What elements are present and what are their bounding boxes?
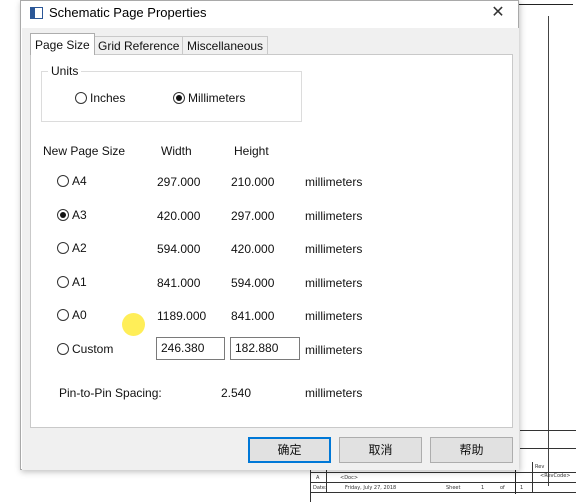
- size-width-value: 297.000: [157, 175, 201, 189]
- pin-spacing-label: Pin-to-Pin Spacing:: [59, 386, 162, 400]
- title-block-rev-label: Rev: [535, 464, 545, 470]
- cancel-button[interactable]: 取消: [339, 437, 422, 463]
- size-label: A2: [72, 241, 87, 255]
- size-height-value: 594.000: [231, 276, 275, 290]
- size-unit: millimeters: [305, 175, 363, 189]
- size-label: Custom: [72, 342, 114, 356]
- radio-button[interactable]: [173, 92, 185, 104]
- schematic-page-properties-dialog: Schematic Page Properties ✕ Page Size Gr…: [20, 0, 519, 470]
- radio-button[interactable]: [57, 309, 69, 321]
- header-width: Width: [161, 144, 192, 158]
- size-unit: millimeters: [305, 242, 363, 256]
- units-group: Units Inches Millimeters: [41, 64, 302, 122]
- title-bar[interactable]: Schematic Page Properties ✕: [21, 1, 518, 28]
- units-legend: Units: [48, 64, 82, 78]
- title-block-line: [520, 430, 576, 431]
- size-unit: millimeters: [305, 343, 363, 357]
- title-block-line: [310, 492, 576, 493]
- radio-millimeters-label: Millimeters: [188, 91, 246, 105]
- radio-button[interactable]: [57, 276, 69, 288]
- app-window-icon: [30, 7, 43, 19]
- title-block-date: Friday, July 27, 2018: [345, 485, 397, 491]
- size-label: A3: [72, 208, 87, 222]
- custom-height-input[interactable]: 182.880: [230, 337, 300, 360]
- dialog-client-area: Page Size Grid Reference Miscellaneous U…: [22, 28, 519, 470]
- size-width-value: 1189.000: [157, 309, 207, 323]
- radio-millimeters[interactable]: Millimeters: [173, 91, 245, 105]
- radio-size-a2[interactable]: A2: [57, 241, 87, 255]
- custom-width-input[interactable]: 246.380: [156, 337, 225, 360]
- tab-grid-reference[interactable]: Grid Reference: [93, 36, 185, 55]
- size-width-value: 594.000: [157, 242, 201, 256]
- title-block-line: [310, 472, 576, 473]
- header-height: Height: [234, 144, 269, 158]
- size-height-value: 297.000: [231, 209, 275, 223]
- title-block-of: of: [500, 485, 505, 491]
- size-height-value: 420.000: [231, 242, 275, 256]
- title-block-sheet-num: 1: [481, 485, 485, 491]
- size-unit: millimeters: [305, 276, 363, 290]
- radio-inches[interactable]: Inches: [75, 91, 125, 105]
- title-block-size: A: [316, 475, 320, 481]
- radio-button[interactable]: [57, 175, 69, 187]
- size-height-value: 841.000: [231, 309, 275, 323]
- dialog-title: Schematic Page Properties: [49, 5, 207, 20]
- title-block-line: [520, 448, 576, 449]
- tab-page-size[interactable]: Page Size: [30, 33, 95, 55]
- size-width-value: 841.000: [157, 276, 201, 290]
- title-block-date-label: Date:: [313, 485, 327, 491]
- radio-button[interactable]: [57, 209, 69, 221]
- title-block-doc: <Doc>: [340, 475, 359, 481]
- title-block-sheet-total: 1: [520, 485, 524, 491]
- size-width-value: 420.000: [157, 209, 201, 223]
- size-height-value: 210.000: [231, 175, 275, 189]
- close-button[interactable]: ✕: [486, 2, 510, 24]
- radio-size-a3[interactable]: A3: [57, 208, 87, 222]
- radio-inches-label: Inches: [90, 91, 126, 105]
- size-unit: millimeters: [305, 209, 363, 223]
- help-button[interactable]: 帮助: [430, 437, 513, 463]
- radio-size-a1[interactable]: A1: [57, 275, 87, 289]
- size-label: A4: [72, 174, 87, 188]
- radio-size-a0[interactable]: A0: [57, 308, 87, 322]
- radio-button[interactable]: [57, 343, 69, 355]
- sheet-inner-border: [548, 16, 549, 486]
- pin-spacing-unit: millimeters: [305, 386, 363, 400]
- cursor-highlight: [122, 313, 145, 336]
- ok-button[interactable]: 确定: [248, 437, 331, 463]
- radio-size-custom[interactable]: Custom: [57, 342, 113, 356]
- page-size-panel: Units Inches Millimeters New Page Size W…: [30, 54, 513, 428]
- sheet-border: [515, 4, 573, 494]
- radio-size-a4[interactable]: A4: [57, 174, 87, 188]
- size-label: A1: [72, 275, 87, 289]
- title-block-sheet-label: Sheet: [446, 485, 461, 491]
- title-block-rev: <RevCode>: [540, 473, 571, 479]
- header-new-page-size: New Page Size: [43, 144, 126, 158]
- title-block-line: [310, 482, 576, 483]
- title-block-line: [532, 462, 533, 492]
- tab-miscellaneous[interactable]: Miscellaneous: [182, 36, 269, 55]
- size-unit: millimeters: [305, 309, 363, 323]
- size-label: A0: [72, 308, 87, 322]
- pin-spacing-value: 2.540: [221, 386, 252, 400]
- radio-button[interactable]: [57, 242, 69, 254]
- radio-button[interactable]: [75, 92, 87, 104]
